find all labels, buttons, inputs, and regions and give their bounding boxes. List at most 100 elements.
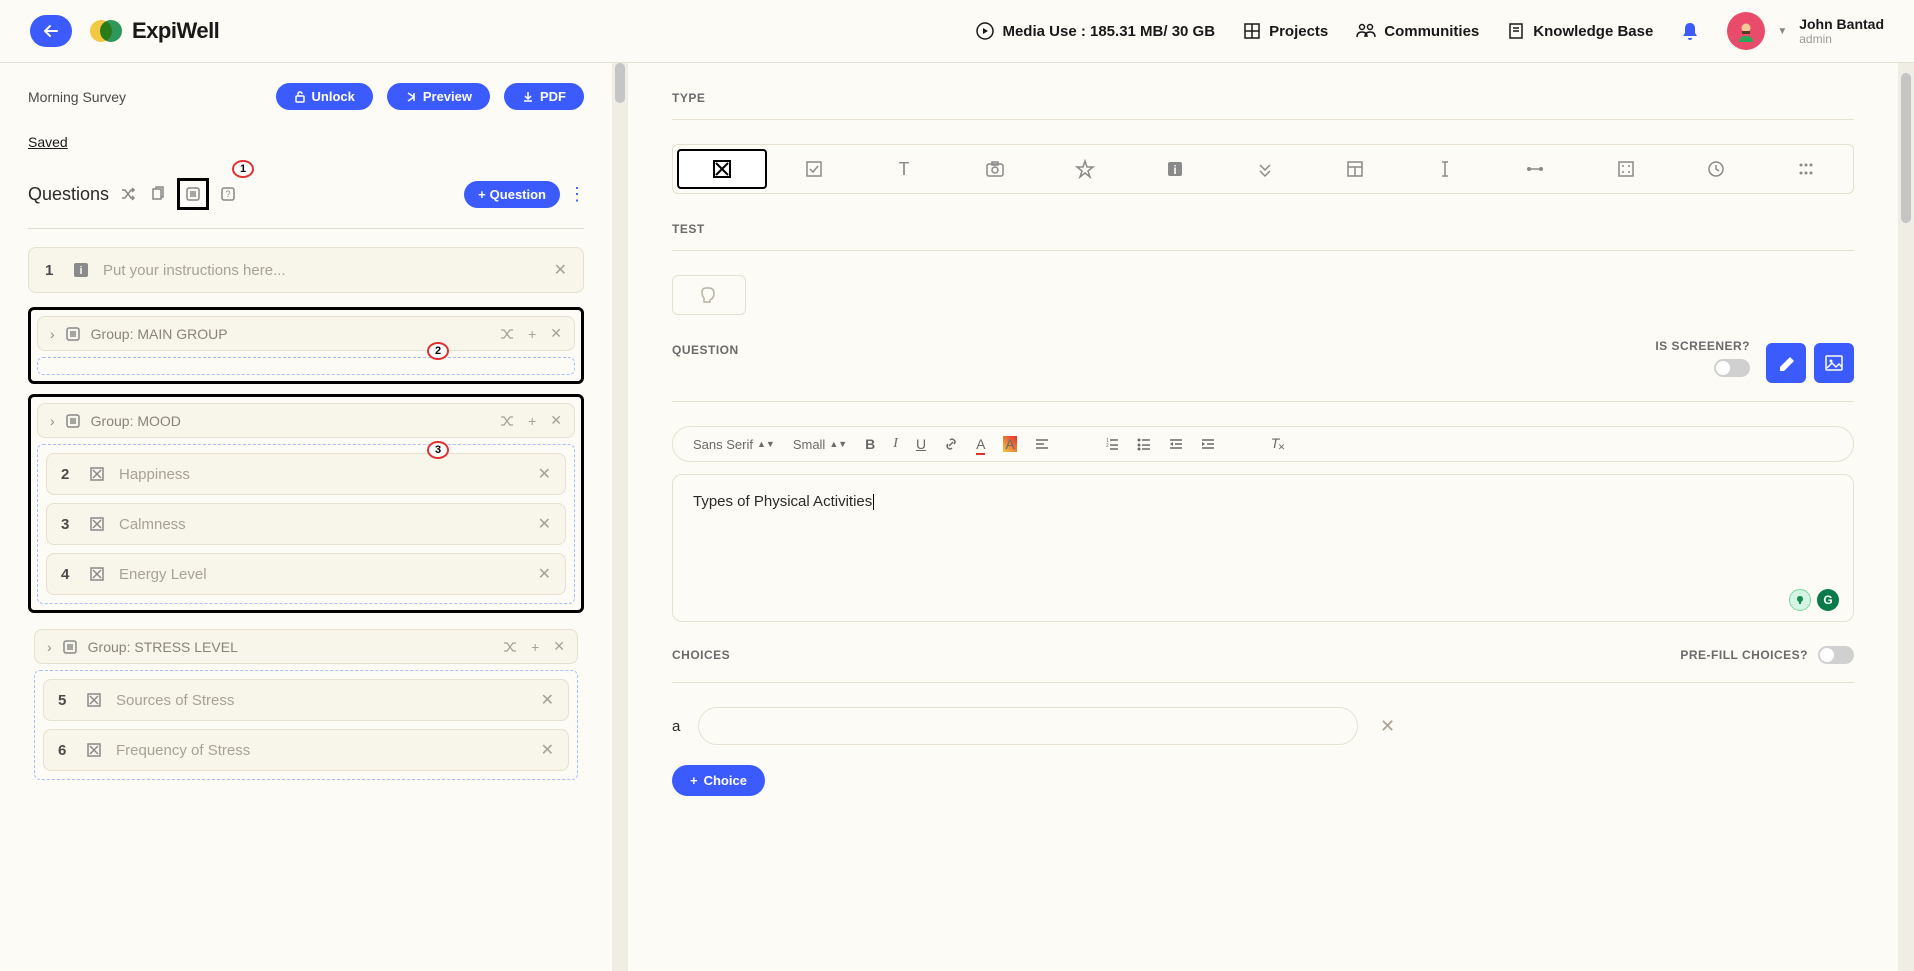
group-shuffle-button[interactable] xyxy=(503,640,517,654)
group-add-button[interactable]: + xyxy=(528,326,536,342)
delete-question-button[interactable]: ✕ xyxy=(554,260,567,280)
nav-projects[interactable]: Projects xyxy=(1243,22,1328,40)
align-button[interactable] xyxy=(1035,437,1049,451)
unlock-button[interactable]: Unlock xyxy=(276,83,373,110)
group-header[interactable]: › Group: STRESS LEVEL + ✕ xyxy=(34,629,578,664)
question-text-editor[interactable]: Types of Physical Activities G xyxy=(672,474,1854,622)
group-shuffle-button[interactable] xyxy=(500,327,514,341)
brain-test-button[interactable] xyxy=(672,275,746,315)
logo[interactable]: ExpiWell xyxy=(90,15,219,47)
question-label: QUESTION xyxy=(672,343,1639,357)
type-slider-button[interactable] xyxy=(1492,149,1578,189)
type-grid-button[interactable] xyxy=(1312,149,1398,189)
more-menu-button[interactable]: ⋮ xyxy=(568,185,584,203)
delete-button[interactable]: ✕ xyxy=(538,514,551,534)
type-matrix-button[interactable] xyxy=(1583,149,1669,189)
choices-label: CHOICES xyxy=(672,648,1680,662)
link-button[interactable] xyxy=(944,437,958,451)
delete-choice-button[interactable]: ✕ xyxy=(1380,716,1395,737)
indent-button[interactable] xyxy=(1201,437,1215,451)
list-item[interactable]: 2 Happiness ✕ xyxy=(46,453,566,495)
upload-media-button[interactable] xyxy=(1766,343,1806,383)
list-item[interactable]: 3 Calmness ✕ xyxy=(46,503,566,545)
chevron-right-icon[interactable]: › xyxy=(47,639,52,655)
right-panel: TYPE T i TEST QUESTION IS xyxy=(628,63,1898,971)
question-box-icon: ? xyxy=(220,186,236,202)
delete-button[interactable]: ✕ xyxy=(541,690,554,710)
delete-button[interactable]: ✕ xyxy=(538,564,551,584)
unlock-icon xyxy=(294,91,306,103)
shuffle-button[interactable] xyxy=(117,183,139,205)
text-cursor xyxy=(873,494,874,510)
underline-button[interactable]: U xyxy=(916,436,926,452)
group-body: 2 Happiness ✕ 3 Calmness ✕ 4 Energy Leve… xyxy=(37,444,575,604)
media-use[interactable]: Media Use : 185.31 MB/ 30 GB xyxy=(976,22,1215,40)
group-mood: › Group: MOOD + ✕ 3 2 Happiness ✕ 3 Cal xyxy=(28,394,584,613)
group-delete-button[interactable]: ✕ xyxy=(553,638,565,655)
group-add-button[interactable]: + xyxy=(528,413,536,429)
type-dropdown-button[interactable] xyxy=(1222,149,1308,189)
brain-icon xyxy=(698,284,720,306)
notifications-button[interactable] xyxy=(1681,21,1699,41)
list-item[interactable]: 6 Frequency of Stress ✕ xyxy=(43,729,569,771)
list-item[interactable]: 5 Sources of Stress ✕ xyxy=(43,679,569,721)
bold-button[interactable]: B xyxy=(865,436,875,452)
delete-button[interactable]: ✕ xyxy=(541,740,554,760)
screener-toggle[interactable] xyxy=(1714,359,1750,377)
right-scrollbar[interactable] xyxy=(1898,63,1914,971)
group-view-button[interactable] xyxy=(177,178,209,210)
media-buttons xyxy=(1766,343,1854,383)
italic-button[interactable]: I xyxy=(893,436,898,452)
chevron-right-icon[interactable]: › xyxy=(50,413,55,429)
preview-button[interactable]: Preview xyxy=(387,83,490,110)
type-text-button[interactable]: T xyxy=(861,149,947,189)
saved-status[interactable]: Saved xyxy=(28,134,68,150)
delete-button[interactable]: ✕ xyxy=(538,464,551,484)
clear-format-button[interactable]: T✕ xyxy=(1271,435,1280,453)
back-button[interactable] xyxy=(30,15,72,47)
group-header[interactable]: › Group: MOOD + ✕ xyxy=(37,403,575,438)
type-multichoice-button[interactable] xyxy=(677,149,767,189)
ordered-list-button[interactable]: 12 xyxy=(1105,437,1119,451)
pdf-button[interactable]: PDF xyxy=(504,83,584,110)
font-family-select[interactable]: Sans Serif ▲▼ xyxy=(693,437,775,452)
list-item[interactable]: 4 Energy Level ✕ xyxy=(46,553,566,595)
chevron-right-icon[interactable]: › xyxy=(50,326,55,342)
font-size-select[interactable]: Small ▲▼ xyxy=(793,437,847,452)
group-icon xyxy=(65,413,81,429)
group-header[interactable]: › Group: MAIN GROUP + ✕ xyxy=(37,316,575,351)
group-delete-button[interactable]: ✕ xyxy=(550,412,562,429)
prefill-toggle[interactable] xyxy=(1818,646,1854,664)
group-delete-button[interactable]: ✕ xyxy=(550,325,562,342)
group-add-button[interactable]: + xyxy=(531,639,539,655)
add-question-button[interactable]: +Question xyxy=(464,181,560,208)
grammarly-badge[interactable]: G xyxy=(1817,589,1839,611)
text-color-button[interactable]: A xyxy=(976,436,985,452)
help-button[interactable]: ? xyxy=(217,183,239,205)
suggestion-badge[interactable] xyxy=(1789,589,1811,611)
svg-text:2: 2 xyxy=(1106,443,1109,449)
type-label: TYPE xyxy=(672,91,1854,105)
type-cursor-button[interactable] xyxy=(1402,149,1488,189)
type-photo-button[interactable] xyxy=(951,149,1037,189)
nav-knowledge-base[interactable]: Knowledge Base xyxy=(1507,22,1653,40)
bell-icon xyxy=(1681,21,1699,41)
highlight-button[interactable]: A xyxy=(1003,436,1016,452)
user-menu[interactable]: ▼ John Bantad admin xyxy=(1727,12,1884,50)
type-dots-button[interactable] xyxy=(1763,149,1849,189)
type-info-button[interactable]: i xyxy=(1132,149,1218,189)
outdent-button[interactable] xyxy=(1169,437,1183,451)
type-checkbox-button[interactable] xyxy=(771,149,857,189)
group-body-empty[interactable] xyxy=(37,357,575,375)
group-shuffle-button[interactable] xyxy=(500,414,514,428)
type-time-button[interactable] xyxy=(1673,149,1759,189)
image-button[interactable] xyxy=(1814,343,1854,383)
add-choice-button[interactable]: +Choice xyxy=(672,765,765,796)
unordered-list-button[interactable] xyxy=(1137,437,1151,451)
nav-communities[interactable]: Communities xyxy=(1356,23,1479,40)
copy-button[interactable] xyxy=(147,183,169,205)
question-item-1[interactable]: 1 i Put your instructions here... ✕ xyxy=(28,247,584,293)
left-scrollbar[interactable] xyxy=(612,63,628,971)
type-star-button[interactable] xyxy=(1042,149,1128,189)
choice-input-a[interactable] xyxy=(698,707,1358,745)
